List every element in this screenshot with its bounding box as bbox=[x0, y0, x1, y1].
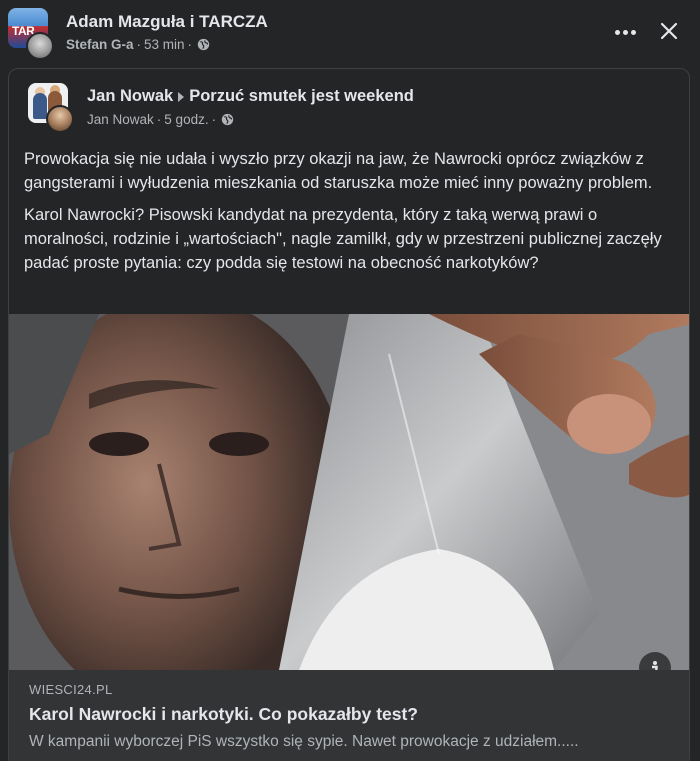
post-body: Prowokacja się nie udała i wyszło przy o… bbox=[24, 147, 676, 283]
meta-separator: · bbox=[156, 112, 162, 127]
post-paragraph: Prowokacja się nie udała i wyszło przy o… bbox=[24, 150, 653, 192]
close-icon bbox=[660, 22, 678, 40]
shared-post-card: Jan Nowak Porzuć smutek jest weekend Jan… bbox=[8, 68, 690, 761]
more-options-button[interactable] bbox=[608, 18, 642, 46]
group-title[interactable]: Adam Mazguła i TARCZA bbox=[66, 12, 268, 32]
shared-author-name[interactable]: Jan Nowak bbox=[87, 87, 173, 106]
link-description: W kampanii wyborczej PiS wszystko się sy… bbox=[29, 733, 579, 750]
shared-avatar-group[interactable] bbox=[28, 83, 76, 133]
link-preview-footer[interactable]: WIESCI24.PL Karol Nawrocki i narkotyki. … bbox=[9, 670, 689, 761]
outer-post-author[interactable]: Stefan G-a bbox=[66, 37, 134, 52]
outer-post-time[interactable]: 53 min bbox=[144, 37, 185, 52]
author-avatar[interactable] bbox=[26, 32, 54, 60]
close-button[interactable] bbox=[652, 14, 686, 48]
outer-post-header: TAR Adam Mazguła i TARCZA Stefan G-a · 5… bbox=[0, 0, 700, 66]
link-title[interactable]: Karol Nawrocki i narkotyki. Co pokazałby… bbox=[29, 704, 418, 725]
article-photo bbox=[9, 314, 689, 670]
shared-group-name[interactable]: Porzuć smutek jest weekend bbox=[189, 87, 414, 106]
globe-icon[interactable] bbox=[221, 113, 234, 126]
outer-post-meta: Stefan G-a · 53 min · bbox=[66, 37, 210, 52]
post-paragraph: Karol Nawrocki? Pisowski kandydat na pre… bbox=[24, 206, 662, 272]
author-avatar[interactable] bbox=[46, 105, 74, 133]
outer-avatar-group[interactable]: TAR bbox=[8, 8, 56, 60]
shared-post-time[interactable]: 5 godz. bbox=[164, 112, 208, 127]
shared-post-author[interactable]: Jan Nowak bbox=[87, 112, 154, 127]
meta-separator: · bbox=[211, 112, 217, 127]
shared-post-title: Jan Nowak Porzuć smutek jest weekend bbox=[87, 87, 414, 106]
more-dots-icon bbox=[614, 29, 636, 35]
caret-right-icon bbox=[178, 91, 185, 102]
meta-separator: · bbox=[136, 37, 142, 52]
meta-separator: · bbox=[187, 37, 193, 52]
shared-post-meta: Jan Nowak · 5 godz. · bbox=[87, 112, 234, 127]
globe-icon[interactable] bbox=[197, 38, 210, 51]
link-domain: WIESCI24.PL bbox=[29, 682, 113, 697]
link-preview-image[interactable] bbox=[9, 314, 689, 670]
